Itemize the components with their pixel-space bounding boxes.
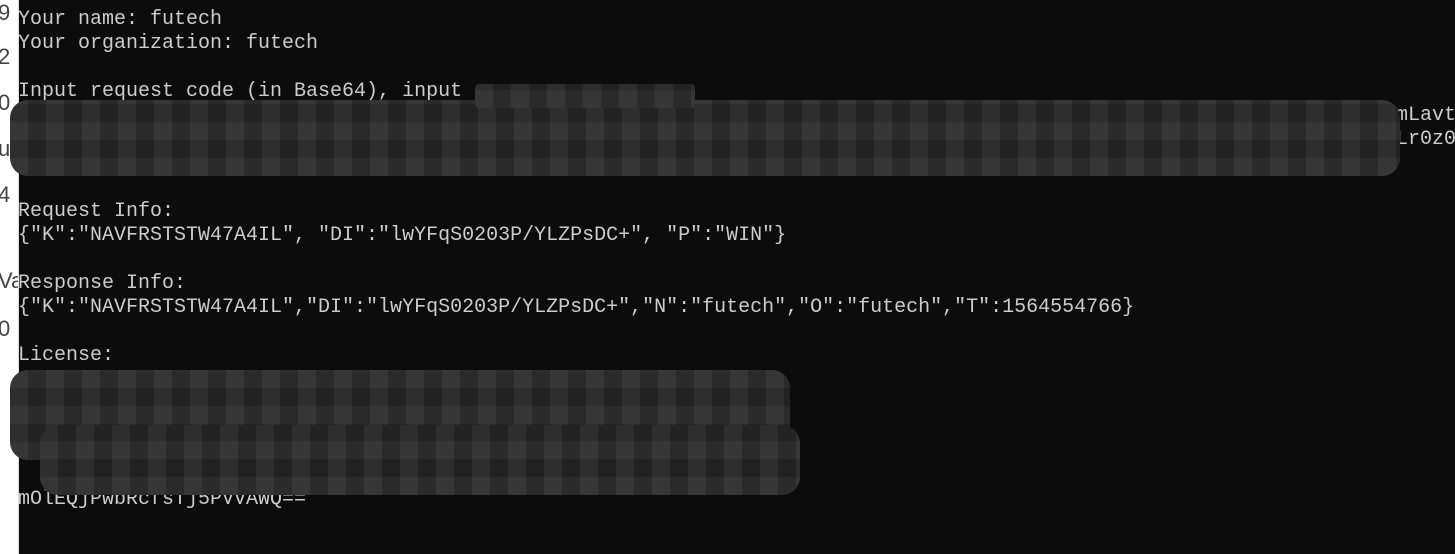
request-code-fragment: mLavt: [1396, 104, 1455, 127]
fragment: 0: [0, 316, 10, 342]
fragment: 4: [0, 182, 10, 208]
redaction-mosaic: [10, 100, 1400, 176]
license-label: License:: [18, 344, 115, 367]
response-info-label: Response Info:: [18, 272, 187, 295]
request-info-label: Request Info:: [18, 200, 175, 223]
fragment: 9: [0, 0, 10, 26]
fragment: Va: [0, 268, 18, 294]
request-info-json: {"K":"NAVFRSTSTW47A4IL", "DI":"lwYFqS020…: [18, 224, 787, 247]
organization-line: Your organization: futech: [18, 32, 319, 55]
name-line: Your name: futech: [18, 8, 223, 31]
background-window-edge: 9 2 0 ut 4 Va 0: [0, 0, 19, 554]
fragment: 2: [0, 44, 10, 70]
fragment: 0: [0, 90, 10, 116]
redaction-mosaic: [475, 84, 695, 108]
redaction-mosaic: [40, 425, 800, 495]
response-info-json: {"K":"NAVFRSTSTW47A4IL","DI":"lwYFqS0203…: [18, 296, 1135, 319]
